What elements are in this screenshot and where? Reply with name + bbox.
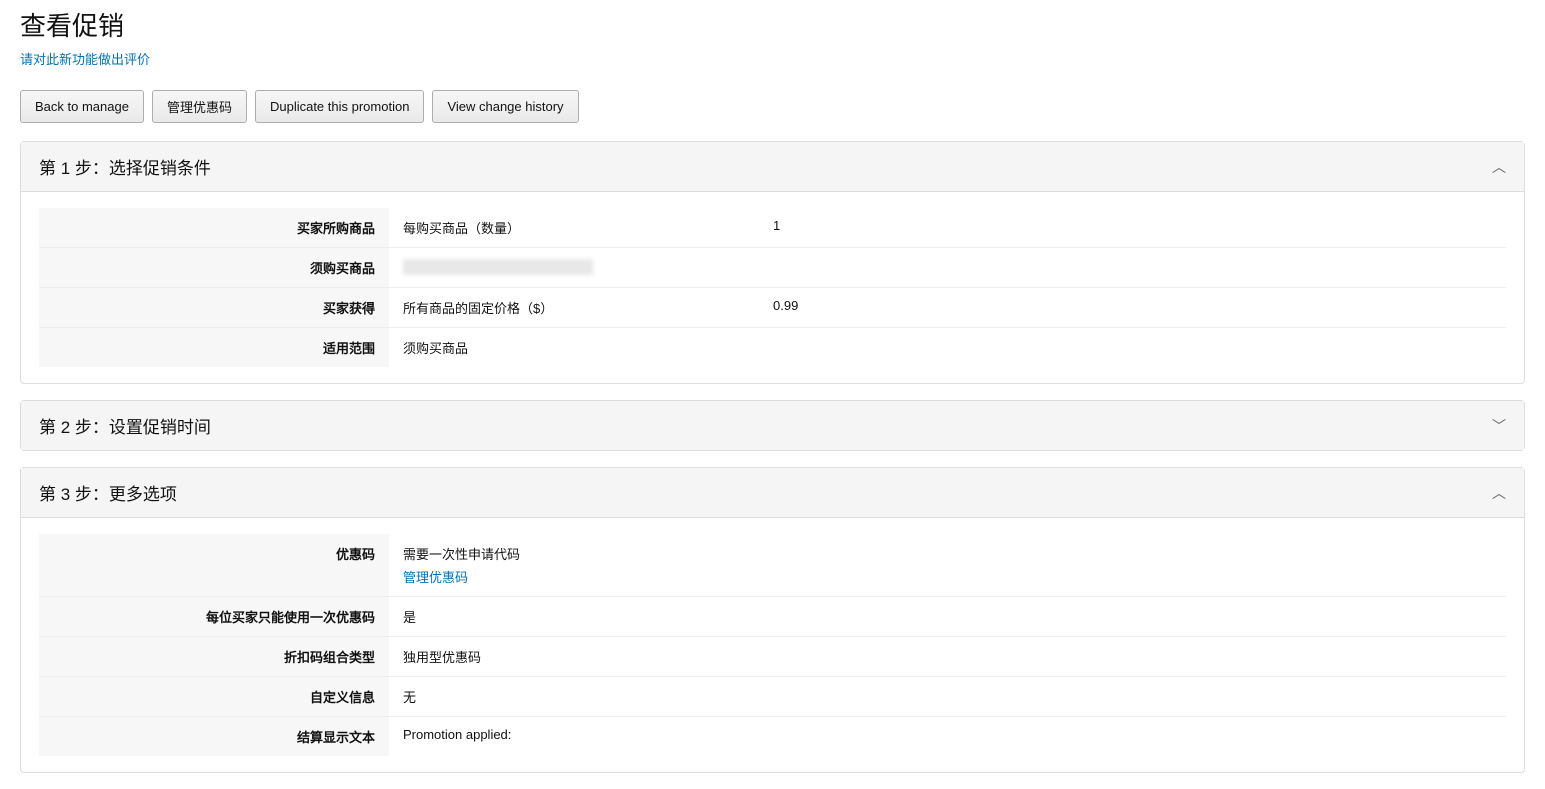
buyer-gets-value: 0.99: [773, 298, 1492, 317]
step3-table: 优惠码 需要一次性申请代码 管理优惠码 每位买家只能使用一次优惠码 是 折扣码组…: [39, 534, 1506, 756]
action-button-row: Back to manage 管理优惠码 Duplicate this prom…: [20, 90, 1525, 123]
custom-label: 自定义信息: [39, 677, 389, 717]
step1-table: 买家所购商品 每购买商品（数量） 1 须购买商品 买家获得 所: [39, 208, 1506, 367]
combo-value: 独用型优惠码: [389, 637, 1506, 677]
chevron-up-icon: ︿: [1492, 483, 1506, 503]
manage-codes-button[interactable]: 管理优惠码: [152, 90, 247, 123]
view-change-history-button[interactable]: View change history: [432, 90, 578, 123]
manage-codes-link[interactable]: 管理优惠码: [403, 567, 468, 586]
buyer-purchase-qty: 1: [773, 218, 1492, 237]
table-row: 每位买家只能使用一次优惠码 是: [39, 597, 1506, 637]
step3-panel: 第 3 步：更多选项 ︿ 优惠码 需要一次性申请代码 管理优惠码 每位买家只能使…: [20, 467, 1525, 773]
step2-panel: 第 2 步：设置促销时间 ﹀: [20, 400, 1525, 451]
step1-title: 第 1 步：选择促销条件: [39, 154, 211, 179]
buyer-purchase-label: 买家所购商品: [39, 208, 389, 248]
applies-to-label: 适用范围: [39, 328, 389, 368]
must-purchase-label: 须购买商品: [39, 248, 389, 288]
table-row: 买家获得 所有商品的固定价格（$） 0.99: [39, 288, 1506, 328]
table-row: 优惠码 需要一次性申请代码 管理优惠码: [39, 534, 1506, 597]
step3-body: 优惠码 需要一次性申请代码 管理优惠码 每位买家只能使用一次优惠码 是 折扣码组…: [21, 518, 1524, 772]
checkout-label: 结算显示文本: [39, 717, 389, 757]
code-label: 优惠码: [39, 534, 389, 597]
table-row: 折扣码组合类型 独用型优惠码: [39, 637, 1506, 677]
step3-title: 第 3 步：更多选项: [39, 480, 177, 505]
table-row: 结算显示文本 Promotion applied:: [39, 717, 1506, 757]
code-value: 需要一次性申请代码: [403, 547, 520, 562]
custom-value: 无: [389, 677, 1506, 717]
duplicate-promotion-button[interactable]: Duplicate this promotion: [255, 90, 424, 123]
table-row: 自定义信息 无: [39, 677, 1506, 717]
step3-header[interactable]: 第 3 步：更多选项 ︿: [21, 468, 1524, 518]
chevron-up-icon: ︿: [1492, 157, 1506, 177]
buyer-gets-label: 买家获得: [39, 288, 389, 328]
table-row: 买家所购商品 每购买商品（数量） 1: [39, 208, 1506, 248]
checkout-value: Promotion applied:: [389, 717, 1506, 757]
step2-title: 第 2 步：设置促销时间: [39, 413, 211, 438]
combo-label: 折扣码组合类型: [39, 637, 389, 677]
table-row: 适用范围 须购买商品: [39, 328, 1506, 368]
buyer-gets-desc: 所有商品的固定价格（$）: [403, 298, 773, 317]
rating-link[interactable]: 请对此新功能做出评价: [20, 52, 150, 67]
one-per-label: 每位买家只能使用一次优惠码: [39, 597, 389, 637]
table-row: 须购买商品: [39, 248, 1506, 288]
one-per-value: 是: [389, 597, 1506, 637]
chevron-down-icon: ﹀: [1492, 416, 1506, 436]
step2-header[interactable]: 第 2 步：设置促销时间 ﹀: [21, 401, 1524, 450]
buyer-purchase-desc: 每购买商品（数量）: [403, 218, 773, 237]
back-to-manage-button[interactable]: Back to manage: [20, 90, 144, 123]
step1-panel: 第 1 步：选择促销条件 ︿ 买家所购商品 每购买商品（数量） 1 须购买商品: [20, 141, 1525, 384]
step1-header[interactable]: 第 1 步：选择促销条件 ︿: [21, 142, 1524, 192]
redacted-content: [403, 259, 593, 275]
applies-to-value: 须购买商品: [389, 328, 1506, 368]
step1-body: 买家所购商品 每购买商品（数量） 1 须购买商品 买家获得 所: [21, 192, 1524, 383]
page-title: 查看促销: [20, 6, 1525, 43]
